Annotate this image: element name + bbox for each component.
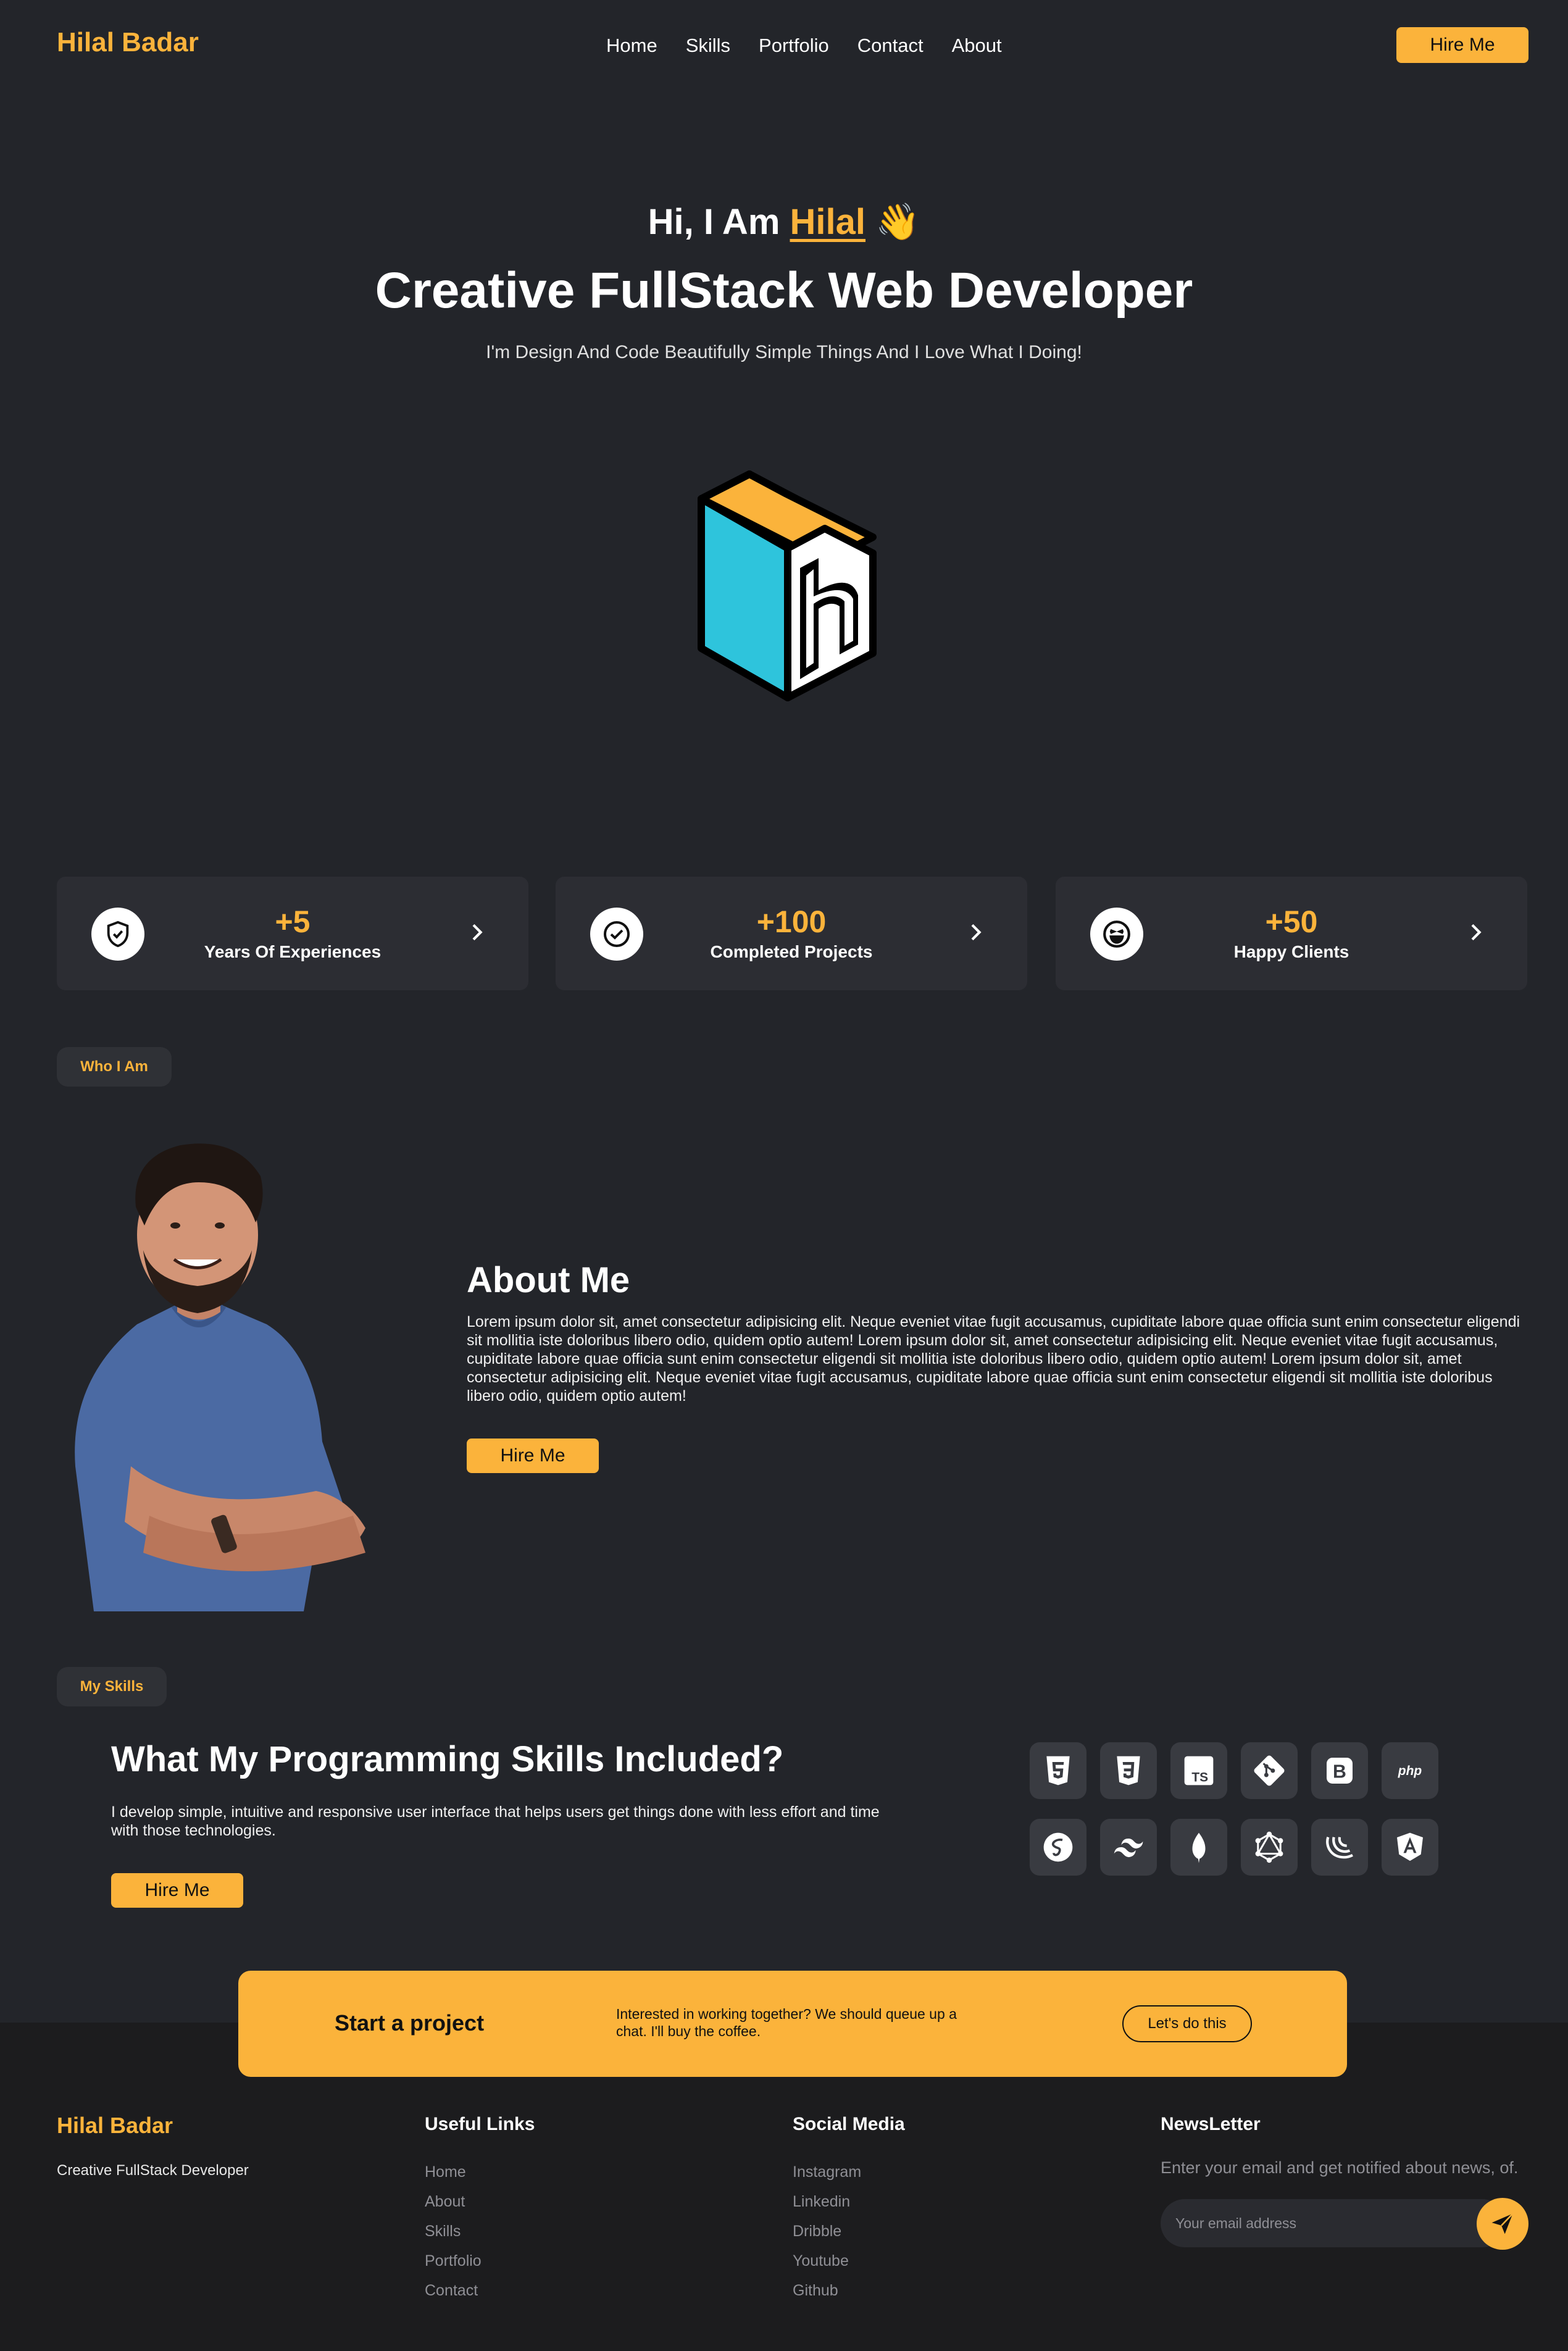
html5-icon[interactable] [1030, 1742, 1086, 1799]
graphql-icon[interactable] [1241, 1819, 1298, 1876]
social-links-list: Instagram Linkedin Dribble Youtube Githu… [793, 2163, 861, 2311]
mongodb-icon[interactable] [1170, 1819, 1227, 1876]
stat-label: Happy Clients [1233, 942, 1349, 961]
social-link-github[interactable]: Github [793, 2282, 861, 2299]
hero-subtitle: I'm Design And Code Beautifully Simple T… [486, 342, 1082, 362]
social-link-instagram[interactable]: Instagram [793, 2163, 861, 2181]
stat-value: +5 [275, 904, 311, 939]
stat-value: +100 [756, 904, 827, 939]
send-button[interactable] [1477, 2198, 1528, 2250]
useful-links-list: Home About Skills Portfolio Contact [425, 2163, 482, 2311]
typescript-icon-label: TS [1191, 1771, 1208, 1785]
cta-title: Start a project [335, 2010, 485, 2036]
nav-link-portfolio[interactable]: Portfolio [759, 35, 829, 57]
hero-greeting-text: Hi, I Am [648, 202, 790, 242]
php-icon-label: php [1398, 1764, 1422, 1778]
footer-link-contact[interactable]: Contact [425, 2282, 482, 2299]
tailwind-icon[interactable] [1100, 1819, 1157, 1876]
portrait-photo [75, 1143, 365, 1611]
social-link-linkedin[interactable]: Linkedin [793, 2193, 861, 2210]
skills-hire-button[interactable]: Hire Me [111, 1873, 243, 1908]
jquery-icon[interactable] [1311, 1819, 1368, 1876]
h-cube-logo-icon [698, 470, 877, 701]
nav-link-home[interactable]: Home [606, 35, 657, 57]
typescript-icon[interactable]: TS [1170, 1742, 1227, 1799]
chevron-right-icon[interactable] [963, 920, 988, 945]
newsletter-email-input[interactable] [1161, 2199, 1506, 2247]
start-project-banner: Start a project Interested in working to… [238, 1971, 1347, 2077]
newsletter-title: NewsLetter [1161, 2114, 1261, 2134]
footer-brand[interactable]: Hilal Badar [57, 2113, 173, 2139]
hero-name: Hilal [790, 202, 866, 242]
skills-text: I develop simple, intuitive and responsi… [111, 1803, 880, 1839]
nav-links: Home Skills Portfolio Contact About [606, 35, 1002, 57]
stat-value: +50 [1265, 904, 1318, 939]
bootstrap-icon-label: B [1333, 1762, 1346, 1782]
bootstrap-icon[interactable]: B [1311, 1742, 1368, 1799]
footer-link-home[interactable]: Home [425, 2163, 482, 2181]
top-nav: Hilal Badar Home Skills Portfolio Contac… [0, 0, 1568, 93]
sass-icon[interactable] [1030, 1819, 1086, 1876]
hero-title: Creative FullStack Web Developer [375, 262, 1193, 319]
footer-link-about[interactable]: About [425, 2193, 482, 2210]
about-hire-button[interactable]: Hire Me [467, 1439, 599, 1473]
git-icon[interactable] [1241, 1742, 1298, 1799]
chevron-right-icon[interactable] [1463, 920, 1488, 945]
angular-icon[interactable] [1382, 1819, 1438, 1876]
footer-tagline: Creative FullStack Developer [57, 2162, 249, 2179]
footer-link-portfolio[interactable]: Portfolio [425, 2252, 482, 2270]
social-media-title: Social Media [793, 2114, 905, 2134]
about-title: About Me [467, 1260, 630, 1300]
paper-plane-icon [1491, 2213, 1514, 2234]
skills-title: What My Programming Skills Included? [111, 1739, 784, 1779]
footer-link-skills[interactable]: Skills [425, 2223, 482, 2240]
social-link-youtube[interactable]: Youtube [793, 2252, 861, 2270]
brand-logo-text[interactable]: Hilal Badar [57, 27, 199, 58]
nav-link-skills[interactable]: Skills [686, 35, 730, 57]
css3-icon[interactable] [1100, 1742, 1157, 1799]
useful-links-title: Useful Links [425, 2114, 535, 2134]
nav-hire-button[interactable]: Hire Me [1396, 27, 1528, 63]
lets-do-this-button[interactable]: Let's do this [1122, 2005, 1252, 2042]
newsletter-text: Enter your email and get notified about … [1161, 2158, 1519, 2177]
stat-card-projects[interactable]: +100 Completed Projects [556, 877, 1027, 990]
chevron-right-icon[interactable] [464, 920, 489, 945]
who-i-am-tag: Who I Am [57, 1047, 172, 1087]
stat-label: Years Of Experiences [204, 942, 382, 961]
stat-label: Completed Projects [710, 942, 873, 961]
php-icon[interactable]: php [1382, 1742, 1438, 1799]
stat-card-experience[interactable]: +5 Years Of Experiences [57, 877, 528, 990]
stat-card-clients[interactable]: +50 Happy Clients [1056, 877, 1527, 990]
social-link-dribble[interactable]: Dribble [793, 2223, 861, 2240]
my-skills-tag: My Skills [57, 1667, 167, 1706]
nav-link-contact[interactable]: Contact [857, 35, 924, 57]
hero-greeting: Hi, I Am Hilal 👋 [0, 201, 1568, 243]
about-text: Lorem ipsum dolor sit, amet consectetur … [467, 1313, 1520, 1405]
nav-link-about[interactable]: About [952, 35, 1002, 57]
wave-icon: 👋 [875, 202, 920, 242]
cta-text: Interested in working together? We shoul… [616, 2006, 957, 2039]
